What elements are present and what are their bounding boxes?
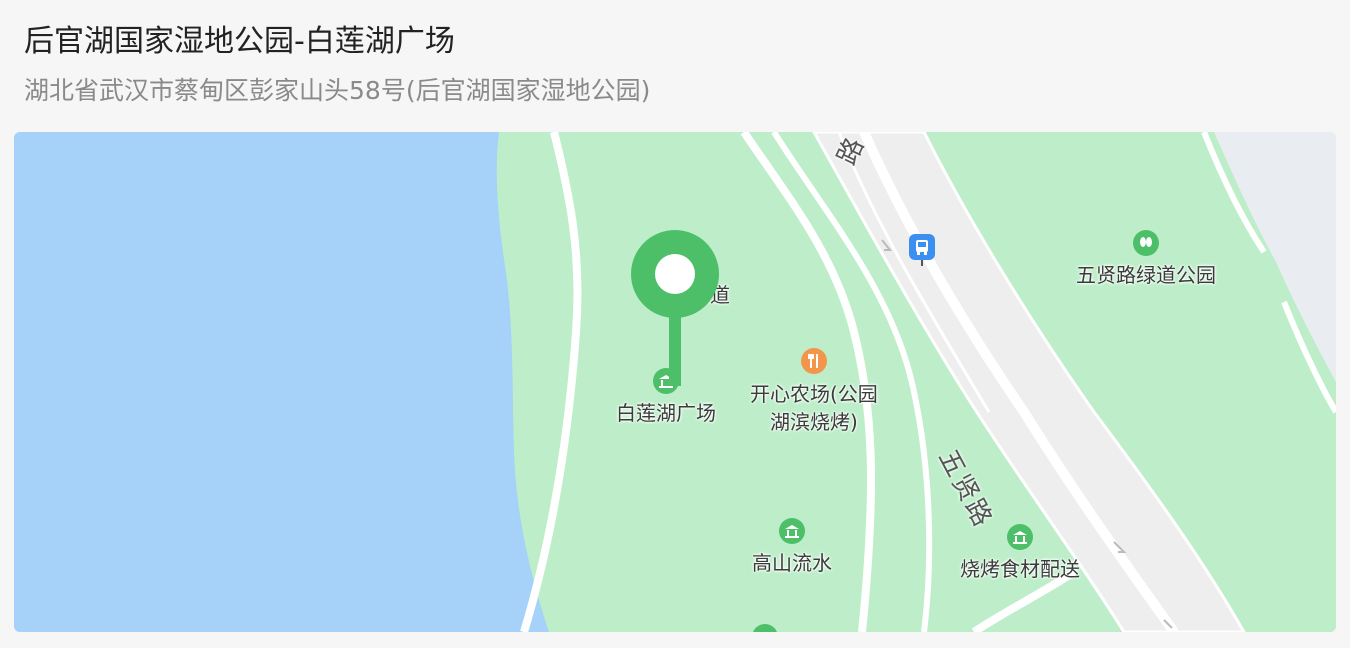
- poi-label: 烧烤食材配送: [960, 557, 1080, 581]
- map-view[interactable]: 路 五贤路 绿道 白莲湖广场: [14, 132, 1336, 632]
- bus-stop-icon[interactable]: [907, 232, 937, 266]
- poi-gaoshan-liushui[interactable]: 高山流水: [752, 518, 832, 576]
- location-pin-icon[interactable]: [630, 230, 720, 390]
- park-icon: [1133, 230, 1159, 256]
- poi-label: 五贤路绿道公园: [1076, 263, 1216, 287]
- poi-label: 开心农场(公园 湖滨烧烤): [750, 382, 878, 434]
- scenic-icon: [1007, 524, 1033, 550]
- place-title: 后官湖国家湿地公园-白莲湖广场: [24, 24, 455, 59]
- location-card: 后官湖国家湿地公园-白莲湖广场 湖北省武汉市蔡甸区彭家山头58号(后官湖国家湿地…: [0, 0, 1350, 648]
- poi-happy-farm[interactable]: 开心农场(公园 湖滨烧烤): [750, 348, 878, 436]
- poi-label: 高山流水: [752, 551, 832, 575]
- restaurant-icon: [800, 348, 827, 374]
- scenic-icon: [779, 518, 805, 544]
- place-address: 湖北省武汉市蔡甸区彭家山头58号(后官湖国家湿地公园): [24, 76, 651, 105]
- poi-wuxian-greenway-park[interactable]: 五贤路绿道公园: [1076, 230, 1216, 288]
- poi-bbq-delivery[interactable]: 烧烤食材配送: [960, 524, 1080, 582]
- poi-label: 白莲湖广场: [616, 401, 716, 425]
- lake-area: [14, 132, 549, 632]
